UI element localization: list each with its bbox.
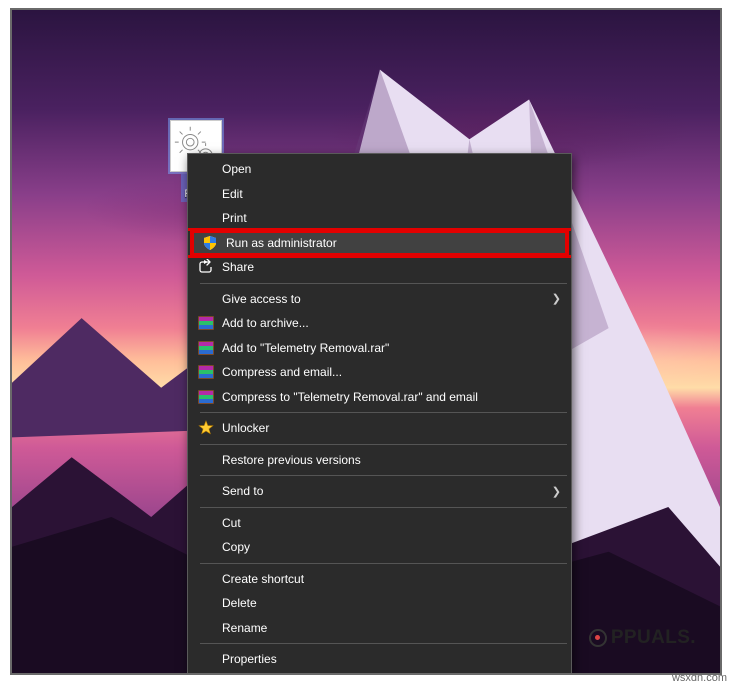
- menu-delete[interactable]: Delete: [190, 591, 569, 616]
- uac-shield-icon: [196, 235, 224, 251]
- logo-text: PPUALS.: [611, 627, 696, 649]
- menu-add-to-archive[interactable]: Add to archive...: [190, 311, 569, 336]
- menu-print[interactable]: Print: [190, 206, 569, 231]
- appuals-logo: PPUALS.: [589, 627, 696, 649]
- menu-give-access-to[interactable]: Give access to ❯: [190, 287, 569, 312]
- menu-separator: [200, 475, 567, 476]
- context-menu: Open Edit Print Run as administrator: [187, 153, 572, 675]
- menu-copy[interactable]: Copy: [190, 535, 569, 560]
- submenu-chevron-icon: ❯: [547, 292, 561, 305]
- menu-run-as-administrator[interactable]: Run as administrator: [190, 231, 569, 256]
- submenu-chevron-icon: ❯: [547, 485, 561, 498]
- winrar-icon: [192, 341, 220, 355]
- menu-properties[interactable]: Properties: [190, 647, 569, 672]
- menu-separator: [200, 507, 567, 508]
- menu-restore-previous-versions[interactable]: Restore previous versions: [190, 448, 569, 473]
- menu-separator: [200, 563, 567, 564]
- menu-share[interactable]: Share: [190, 255, 569, 280]
- menu-add-to-named-rar[interactable]: Add to "Telemetry Removal.rar": [190, 336, 569, 361]
- menu-rename[interactable]: Rename: [190, 616, 569, 641]
- winrar-icon: [192, 390, 220, 404]
- menu-separator: [200, 643, 567, 644]
- menu-compress-and-email[interactable]: Compress and email...: [190, 360, 569, 385]
- menu-separator: [200, 283, 567, 284]
- menu-separator: [200, 412, 567, 413]
- menu-send-to[interactable]: Send to ❯: [190, 479, 569, 504]
- menu-open[interactable]: Open: [190, 157, 569, 182]
- winrar-icon: [192, 316, 220, 330]
- menu-unlocker[interactable]: Unlocker: [190, 416, 569, 441]
- screenshot-frame: Tel Rem Open Edit Print: [10, 8, 722, 675]
- logo-mark-icon: [589, 629, 607, 647]
- menu-create-shortcut[interactable]: Create shortcut: [190, 567, 569, 592]
- source-watermark: wsxdn.com: [672, 672, 727, 684]
- menu-edit[interactable]: Edit: [190, 182, 569, 207]
- unlocker-star-icon: [192, 420, 220, 436]
- menu-compress-named-and-email[interactable]: Compress to "Telemetry Removal.rar" and …: [190, 385, 569, 410]
- share-icon: [192, 259, 220, 275]
- menu-cut[interactable]: Cut: [190, 511, 569, 536]
- menu-separator: [200, 444, 567, 445]
- winrar-icon: [192, 365, 220, 379]
